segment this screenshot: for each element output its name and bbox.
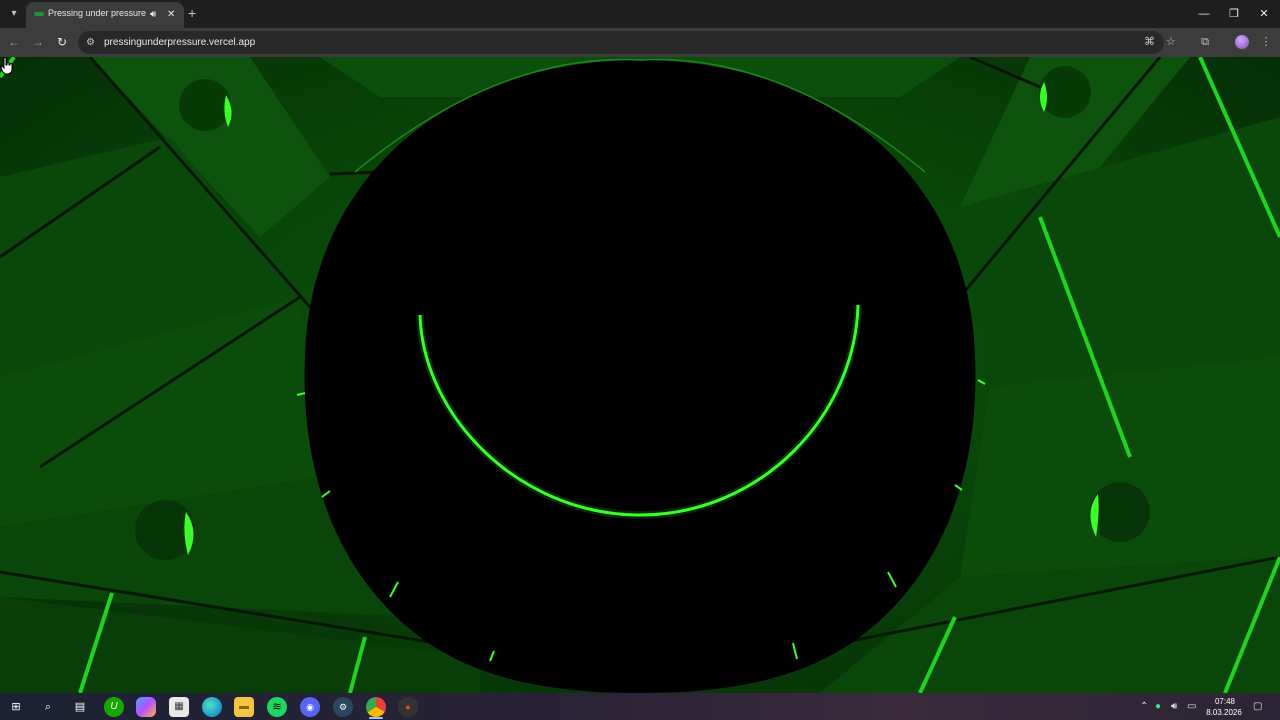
game-canvas[interactable] (0, 57, 1280, 693)
avatar[interactable] (1235, 35, 1249, 49)
tune-icon[interactable]: ⚙︎ (86, 36, 95, 49)
network-icon[interactable]: ▭ (1187, 700, 1196, 714)
steam-icon[interactable]: ⚙︎ (333, 697, 353, 717)
favicon-icon (34, 12, 44, 16)
copilot-icon[interactable] (136, 697, 156, 717)
notification-icon[interactable]: ▢ (1253, 700, 1262, 714)
plus-icon[interactable]: + (188, 5, 196, 21)
translate-icon[interactable]: ⌘ (1144, 35, 1155, 50)
chevron-up-icon[interactable]: ⌃ (1140, 700, 1148, 714)
chrome-icon[interactable] (366, 697, 386, 717)
puzzle-icon[interactable]: ⧉ (1197, 34, 1213, 50)
edge-icon[interactable] (202, 697, 222, 717)
status-dot-icon[interactable]: ● (1155, 700, 1161, 714)
tab-title: Pressing under pressure (48, 8, 147, 18)
url-text[interactable]: pressingunderpressure.vercel.app (104, 36, 255, 49)
upwork-icon[interactable]: U (104, 697, 124, 717)
discord-icon[interactable]: ◉ (300, 697, 320, 717)
browser-tab[interactable]: Pressing under pressure 🔊︎ ✕ (26, 2, 184, 28)
windows-start-icon[interactable]: ⊞ (6, 697, 26, 717)
clock-date[interactable]: 8.03.2026 (1204, 708, 1244, 717)
kebab-icon[interactable]: ⋮ (1258, 34, 1274, 50)
arrow-right-icon[interactable]: → (29, 33, 47, 51)
taskbar: ⊞ ⌕ ▤ U ▦ ▬ ≋ ◉ ⚙︎ ● ⌃ ● 🔊︎ ▭ ▢ (0, 693, 1280, 720)
hand-cursor-icon (0, 57, 13, 75)
browser-tab-strip: ▾ Pressing under pressure 🔊︎ ✕ + — ❐ ✕ (0, 0, 1280, 28)
reload-icon[interactable]: ↻ (53, 33, 71, 51)
record-icon[interactable]: ● (398, 697, 418, 717)
restore-icon[interactable]: ❐ (1220, 4, 1248, 24)
star-icon[interactable]: ☆ (1166, 35, 1176, 50)
task-view-icon[interactable]: ▤ (70, 697, 90, 717)
browser-toolbar: ← → ↻ ⚙︎ pressingunderpressure.vercel.ap… (0, 28, 1280, 57)
minimize-icon[interactable]: — (1190, 4, 1218, 24)
file-explorer-icon[interactable]: ▬ (234, 697, 254, 717)
store-icon[interactable]: ▦ (169, 697, 189, 717)
spotify-icon[interactable]: ≋ (267, 697, 287, 717)
chevron-down-icon[interactable]: ▾ (6, 6, 22, 22)
press-plate (296, 58, 986, 693)
speaker-icon[interactable]: 🔊︎ (150, 8, 156, 22)
active-app-indicator (369, 717, 383, 719)
close-icon[interactable]: ✕ (167, 8, 175, 22)
close-window-icon[interactable]: ✕ (1250, 4, 1278, 24)
address-bar[interactable]: ⚙︎ pressingunderpressure.vercel.app ⌘ ☆ (78, 31, 1176, 54)
press-scene (0, 57, 1280, 693)
search-icon[interactable]: ⌕ (38, 697, 58, 717)
volume-icon[interactable]: 🔊︎ (1171, 700, 1177, 714)
clock-time[interactable]: 07:48 (1208, 697, 1242, 706)
arrow-left-icon[interactable]: ← (5, 33, 23, 51)
